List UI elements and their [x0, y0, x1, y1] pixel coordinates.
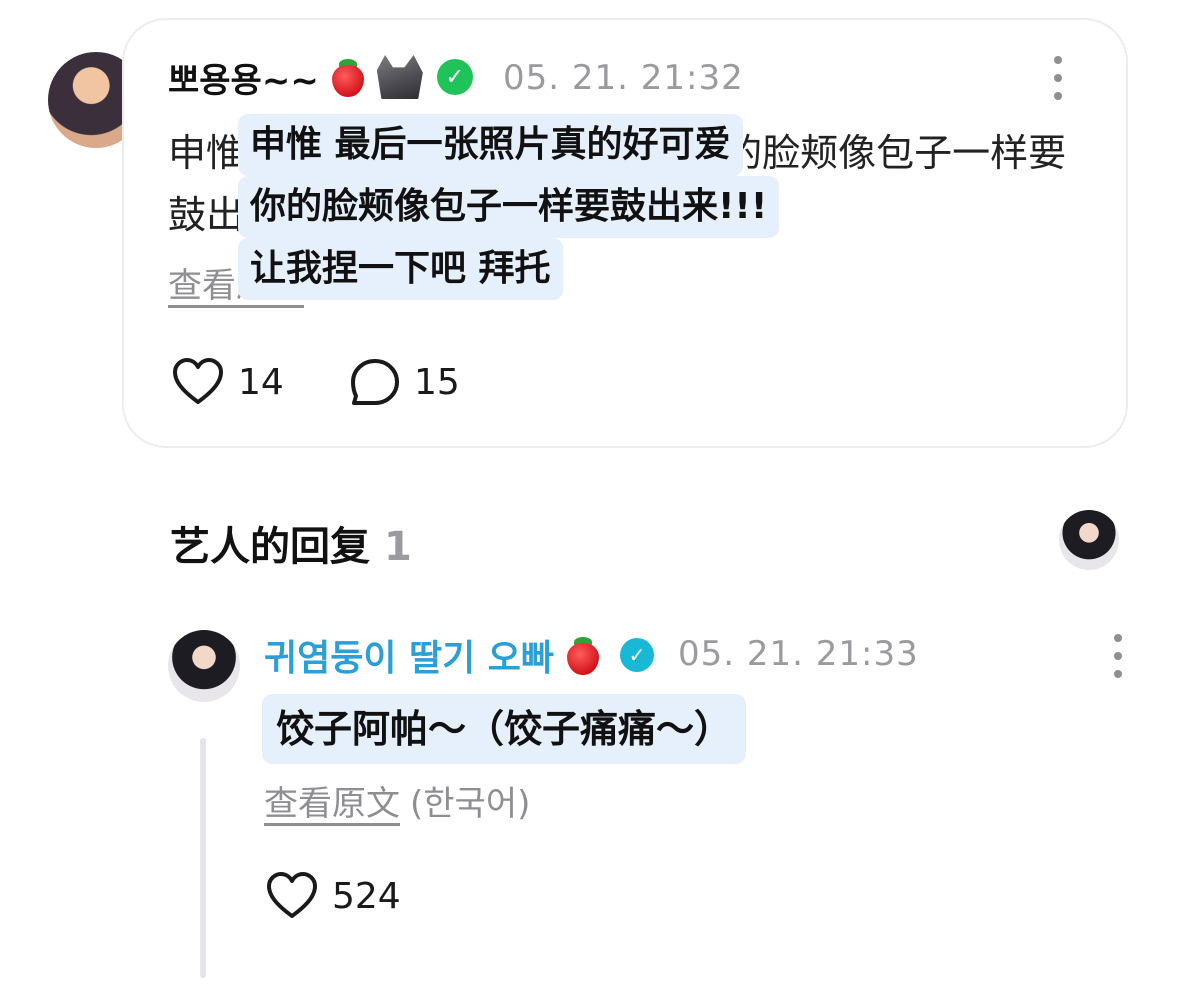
comment-count: 15	[414, 361, 460, 403]
translation-line: 申惟 最后一张照片真的好可爱	[238, 114, 743, 176]
strawberry-emoji-icon	[564, 635, 602, 675]
commenter-username-row[interactable]: 뽀용용~~ ✓	[168, 53, 473, 102]
more-options-icon[interactable]	[1112, 634, 1124, 678]
thread-divider	[200, 738, 206, 978]
membership-badge-icon: ✓	[436, 59, 473, 95]
artist-avatar-small[interactable]	[1059, 510, 1119, 570]
artist-reply-header: 艺人的回复 1	[170, 514, 412, 572]
like-button[interactable]: 524	[266, 872, 401, 920]
post-timestamp: 05. 21. 21:32	[503, 58, 744, 98]
like-count: 14	[238, 361, 284, 403]
wolf-emoji-icon	[376, 55, 423, 99]
translation-overlay: 申惟 最后一张照片真的好可爱 你的脸颊像包子一样要鼓出来!!! 让我捏一下吧 拜…	[238, 114, 780, 300]
heart-outline-icon	[267, 872, 317, 918]
heart-outline-icon	[173, 358, 223, 404]
speech-bubble-icon	[351, 359, 399, 405]
translation-line: 饺子阿帕～（饺子痛痛～）	[262, 694, 747, 764]
artist-username[interactable]: 귀염둥이 딸기 오빠	[264, 629, 554, 681]
strawberry-emoji-icon	[329, 57, 367, 97]
comment-button[interactable]: 15	[350, 358, 460, 406]
more-options-icon[interactable]	[1052, 56, 1064, 100]
artist-avatar[interactable]	[168, 630, 240, 702]
view-original-link[interactable]: 查看原文 (한국어)	[264, 776, 530, 825]
like-count: 524	[332, 875, 401, 917]
reply-timestamp: 05. 21. 21:33	[678, 634, 919, 674]
commenter-username[interactable]: 뽀용용~~	[168, 53, 319, 102]
verified-check-icon: ✓	[620, 638, 655, 672]
reply-translation: 饺子阿帕～（饺子痛痛～）	[262, 694, 747, 764]
translation-line: 让我捏一下吧 拜托	[238, 238, 563, 300]
translation-line: 你的脸颊像包子一样要鼓出来!!!	[238, 176, 780, 238]
section-title: 艺人的回复	[170, 524, 370, 570]
reply-count: 1	[384, 524, 412, 570]
view-original-label[interactable]: 查看原文	[264, 784, 400, 824]
like-button[interactable]: 14	[172, 358, 284, 406]
original-language: (한국어)	[410, 784, 531, 824]
artist-username-row[interactable]: 귀염둥이 딸기 오빠 ✓	[264, 629, 655, 681]
